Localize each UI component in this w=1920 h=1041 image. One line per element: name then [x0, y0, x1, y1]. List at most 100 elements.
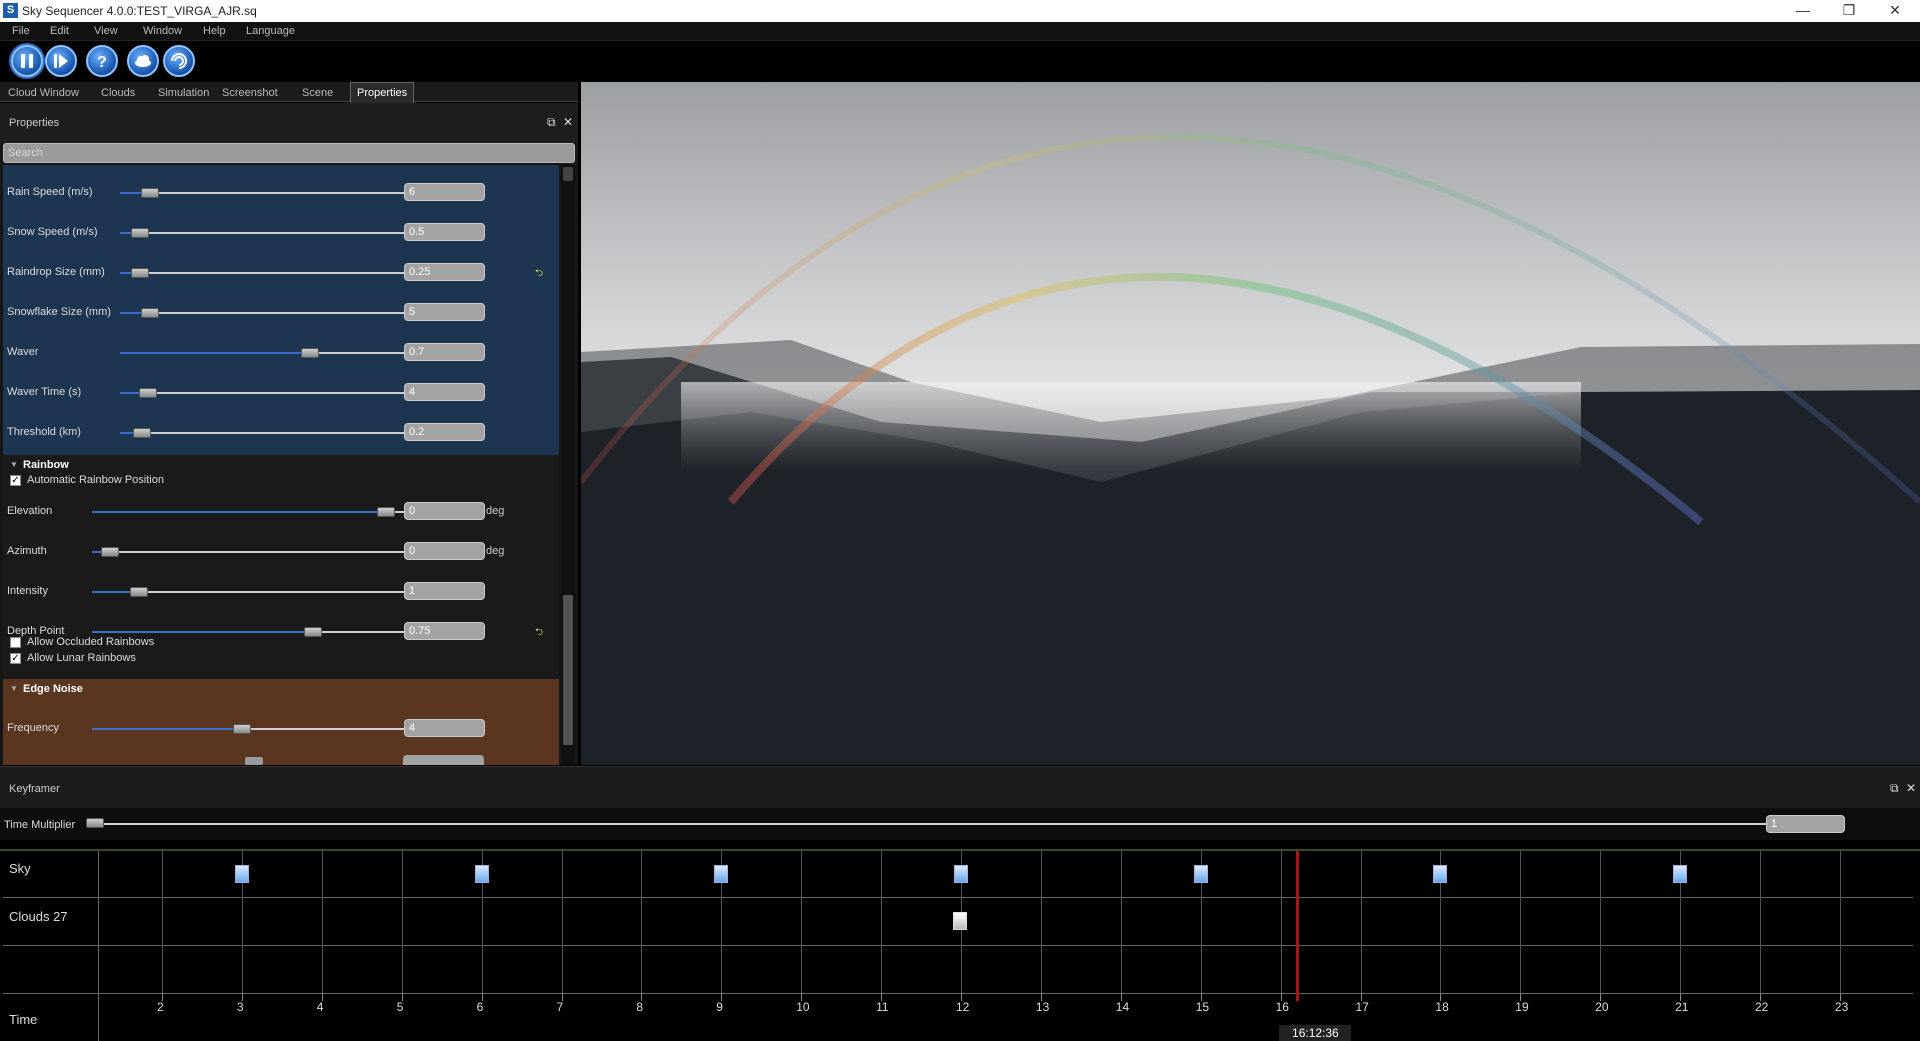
property-slider-thumb[interactable] [141, 188, 160, 198]
clouds-keyframe[interactable] [953, 912, 967, 930]
close-window-button[interactable]: ✕ [1872, 0, 1918, 22]
tab-cloud-window[interactable]: Cloud Window [2, 85, 85, 102]
lunar-rainbows-checkbox[interactable]: ✓ [10, 653, 21, 664]
tab-properties[interactable]: Properties [350, 82, 415, 103]
hour-tick-label: 4 [316, 1000, 324, 1014]
timeline-tracks[interactable]: 2 3 4 5 6 7 8 9 10 11 12 13 14 15 16 17 18 19 20 21 22 23 Sky C… [0, 851, 1920, 1041]
property-slider-thumb[interactable] [377, 507, 396, 517]
tab-simulation[interactable]: Simulation [152, 85, 215, 102]
property-value-field[interactable]: 0 [404, 542, 485, 560]
property-slider-fill [92, 551, 102, 553]
property-slider-thumb[interactable] [141, 308, 160, 318]
property-slider-track[interactable] [120, 192, 404, 194]
rainbow-section-title: Rainbow [23, 459, 69, 471]
collapse-triangle-icon[interactable]: ▼ [10, 684, 18, 693]
time-multiplier-track[interactable] [86, 823, 1766, 825]
property-value-field[interactable]: 1 [404, 582, 485, 600]
menu-help[interactable]: Help [203, 25, 226, 37]
property-slider-thumb[interactable] [138, 388, 157, 398]
property-slider-thumb[interactable] [130, 228, 149, 238]
property-slider-thumb[interactable] [133, 428, 152, 438]
property-slider-track[interactable] [92, 551, 404, 553]
property-slider-fill [120, 272, 132, 274]
occluded-rainbows-checkbox[interactable] [10, 637, 21, 648]
time-multiplier-thumb[interactable] [86, 818, 104, 828]
title-bar: S Sky Sequencer 4.0.0:TEST_VIRGA_AJR.sq … [0, 0, 1920, 22]
undock-icon[interactable]: ⧉ [547, 115, 556, 130]
property-value-field[interactable]: 5 [404, 303, 485, 321]
property-label: Depth Point [7, 625, 65, 637]
property-slider-thumb[interactable] [303, 627, 322, 637]
menu-window[interactable]: Window [143, 25, 182, 37]
properties-scrollbar[interactable] [561, 165, 575, 765]
search-input[interactable] [3, 143, 575, 163]
property-slider-thumb[interactable] [130, 587, 149, 597]
property-slider-thumb[interactable] [130, 268, 149, 278]
property-slider-track[interactable] [120, 232, 404, 234]
collapse-triangle-icon[interactable]: ▼ [10, 460, 18, 469]
scroll-thumb[interactable] [563, 595, 573, 745]
properties-panel: Properties ⧉ ✕ ▼ Rainbow ✓ Automatic Rai… [0, 103, 578, 765]
scene-viewport[interactable] [581, 82, 1920, 765]
keyframer-title: Keyframer [9, 783, 60, 795]
property-value-field[interactable]: 4 [404, 383, 485, 401]
swirl-icon [171, 53, 187, 69]
tab-screenshot[interactable]: Screenshot [216, 85, 284, 102]
minimize-button[interactable]: — [1780, 0, 1826, 22]
pause-button[interactable] [11, 45, 43, 77]
property-slider-thumb[interactable] [233, 724, 252, 734]
close-panel-icon[interactable]: ✕ [563, 115, 573, 129]
property-slider-track[interactable] [120, 272, 404, 274]
sky-keyframe[interactable] [1673, 865, 1688, 883]
sky-keyframe[interactable] [954, 865, 968, 883]
help-icon: ? [97, 54, 107, 71]
property-value-field[interactable]: 0.2 [404, 423, 485, 441]
cloud-icon [135, 55, 151, 67]
property-value-field[interactable]: 0 [404, 502, 485, 520]
playhead[interactable] [1296, 851, 1300, 1001]
swirl-button[interactable] [163, 45, 195, 77]
hour-gridline [162, 851, 163, 993]
cloud-button[interactable] [127, 45, 159, 77]
sky-keyframe[interactable] [234, 865, 249, 883]
sky-keyframe[interactable] [474, 865, 489, 883]
property-slider-track[interactable] [120, 312, 404, 314]
sky-keyframe[interactable] [714, 865, 729, 883]
property-slider-thumb[interactable] [100, 547, 119, 557]
scroll-up-button[interactable] [563, 167, 573, 181]
property-label: Raindrop Size (mm) [7, 266, 105, 278]
property-slider-fill [92, 511, 395, 513]
restore-button[interactable]: ❐ [1826, 0, 1872, 22]
menu-view[interactable]: View [94, 25, 118, 37]
reset-default-icon[interactable]: ⮌ [535, 625, 543, 642]
property-value-field[interactable]: 0.25 [404, 263, 485, 281]
property-slider-track[interactable] [120, 432, 404, 434]
auto-rainbow-checkbox[interactable]: ✓ [10, 475, 21, 486]
property-value-field[interactable]: 0.7 [404, 343, 485, 361]
step-play-button[interactable] [45, 45, 77, 77]
time-multiplier-row: Time Multiplier 1 [0, 808, 1920, 840]
hour-gridline [1839, 851, 1841, 993]
menu-edit[interactable]: Edit [50, 25, 69, 37]
tab-scene[interactable]: Scene [296, 85, 339, 102]
property-value-field[interactable]: 6 [404, 183, 485, 201]
tab-clouds[interactable]: Clouds [95, 85, 141, 102]
hour-gridline [641, 851, 643, 993]
close-panel-icon[interactable]: ✕ [1906, 781, 1916, 795]
help-button[interactable]: ? [86, 45, 118, 77]
hour-gridline [1280, 851, 1282, 993]
property-value-field[interactable]: 0.5 [404, 223, 485, 241]
menu-language[interactable]: Language [246, 25, 295, 37]
sky-keyframe[interactable] [1433, 865, 1448, 883]
menu-file[interactable]: File [12, 25, 30, 37]
property-slider-track[interactable] [120, 392, 404, 394]
time-multiplier-field[interactable]: 1 [1766, 815, 1845, 833]
undock-icon[interactable]: ⧉ [1890, 781, 1899, 796]
property-value-field[interactable]: 4 [404, 719, 485, 737]
sky-keyframe[interactable] [1193, 865, 1208, 883]
time-axis-label: Time [9, 1012, 38, 1027]
edge-noise-section-title: Edge Noise [23, 683, 83, 695]
reset-default-icon[interactable]: ⮌ [535, 266, 543, 283]
property-slider-thumb[interactable] [300, 348, 319, 358]
property-value-field[interactable]: 0.75 [404, 622, 485, 640]
